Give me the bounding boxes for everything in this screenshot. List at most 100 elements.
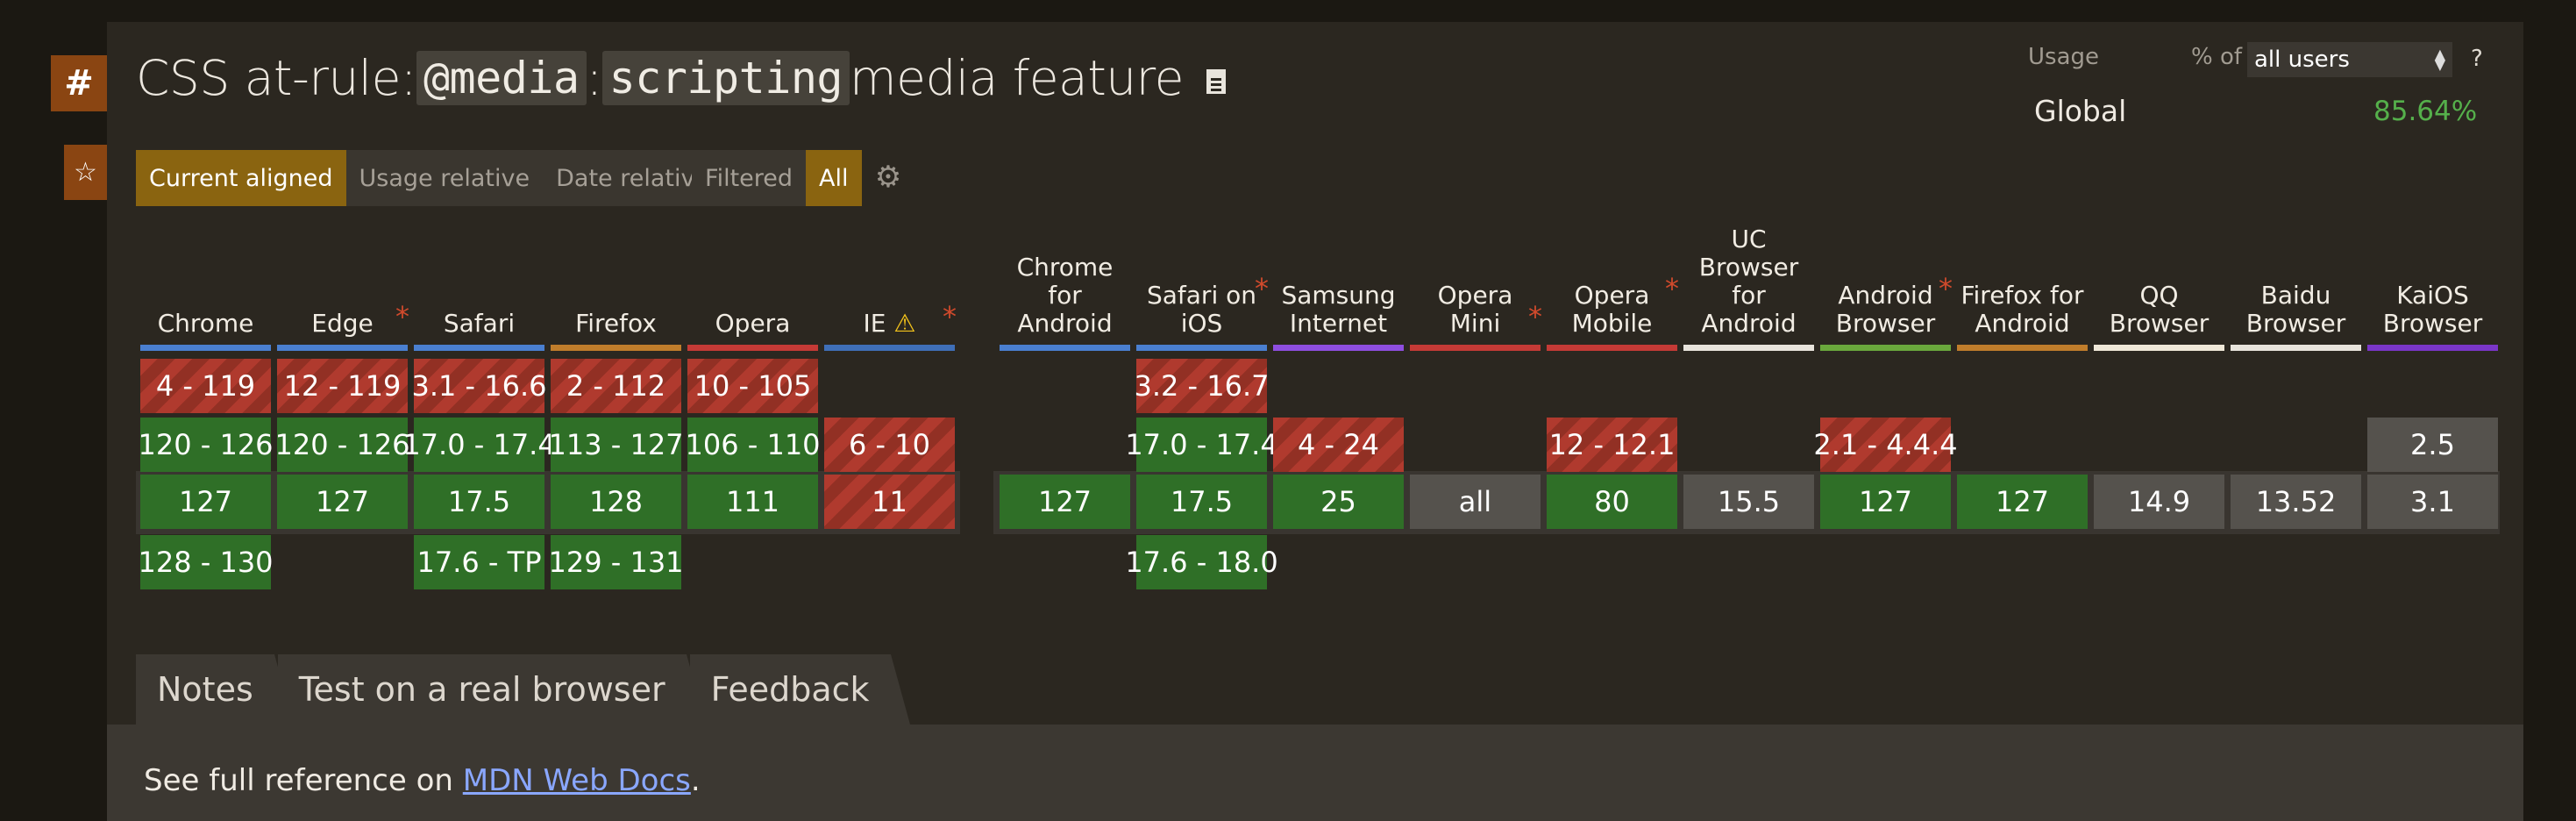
version-cell[interactable]: 120 - 126 bbox=[274, 418, 410, 472]
tab-feedback[interactable]: Feedback bbox=[689, 654, 910, 725]
note-asterisk-icon: * bbox=[1939, 272, 1953, 305]
version-cell[interactable]: 80 bbox=[1547, 475, 1677, 529]
title-suffix: media feature bbox=[850, 50, 1184, 106]
version-cell[interactable]: 128 - 130 bbox=[138, 535, 274, 589]
browser-name-line: UC bbox=[1731, 225, 1767, 253]
version-cell[interactable]: 3.2 - 16.7 bbox=[1134, 359, 1270, 413]
version-cell[interactable]: 25 bbox=[1273, 475, 1404, 529]
version-cell[interactable]: 128 bbox=[551, 475, 681, 529]
browser-name-android: Android Browser bbox=[1820, 282, 1951, 338]
bookmark-star-icon[interactable]: ☆ bbox=[64, 145, 107, 200]
version-cell[interactable]: 127 bbox=[277, 475, 408, 529]
version-cell[interactable]: 2.5 bbox=[2367, 418, 2498, 472]
browser-name-safari: Safari bbox=[414, 310, 544, 338]
browser-header-safari-ios: Safari on iOS * bbox=[1136, 219, 1269, 338]
browser-name-line: Firefox bbox=[575, 309, 657, 338]
version-cell[interactable]: 127 bbox=[140, 475, 271, 529]
browser-name-ie: IE ⚠ bbox=[824, 310, 955, 338]
browser-name-firefox-android: Firefox for Android bbox=[1957, 282, 2088, 338]
version-cell[interactable]: 4 - 119 bbox=[140, 359, 271, 413]
usage-relative-button[interactable]: Usage relative bbox=[346, 150, 544, 206]
version-cell[interactable]: 11 bbox=[824, 475, 955, 529]
version-cell[interactable]: 3.1 bbox=[2367, 475, 2498, 529]
star-symbol: ☆ bbox=[74, 157, 97, 188]
version-cell[interactable]: 2 - 112 bbox=[551, 359, 681, 413]
version-cell[interactable]: 113 - 127 bbox=[548, 418, 684, 472]
version-cell[interactable]: 111 bbox=[687, 475, 818, 529]
browser-header-opera: Opera bbox=[687, 219, 818, 338]
version-cell[interactable]: 12 - 12.1 bbox=[1547, 418, 1677, 472]
browser-name-line: Chrome bbox=[157, 309, 254, 338]
title-separator: : bbox=[586, 50, 603, 106]
usage-scope-value: all users bbox=[2254, 46, 2350, 73]
tab-notes[interactable]: Notes bbox=[136, 654, 294, 725]
browser-name-line: Browser bbox=[2245, 309, 2346, 338]
browser-header-samsung: Samsung Internet bbox=[1273, 219, 1404, 338]
browser-name-line: for bbox=[1732, 281, 1766, 310]
browser-name-chrome-android: Chrome for Android bbox=[1000, 253, 1130, 338]
select-arrows-icon: ▲ ▼ bbox=[2434, 46, 2445, 73]
title-prefix: CSS at-rule: bbox=[136, 50, 416, 106]
browser-name-line: Android bbox=[1017, 309, 1113, 338]
version-cell[interactable]: 14.9 bbox=[2094, 475, 2224, 529]
title-code-media: @media bbox=[416, 51, 587, 105]
version-cell[interactable]: 17.5 bbox=[1136, 475, 1267, 529]
usage-scope-select[interactable]: all users ▲ ▼ bbox=[2247, 42, 2452, 77]
version-cell[interactable]: 17.6 - TP bbox=[414, 535, 544, 589]
version-cell[interactable]: 17.0 - 17.4 bbox=[402, 418, 556, 472]
view-mode-toggle: Current aligned Usage relative Date rela… bbox=[136, 150, 723, 206]
version-cell[interactable]: 17.5 bbox=[414, 475, 544, 529]
version-cell[interactable]: 120 - 126 bbox=[138, 418, 274, 472]
filtered-button[interactable]: Filtered bbox=[692, 150, 806, 206]
mdn-link[interactable]: MDN Web Docs bbox=[463, 763, 691, 798]
browser-name-line: Internet bbox=[1289, 309, 1388, 338]
version-cell[interactable]: 10 - 105 bbox=[687, 359, 818, 413]
all-button[interactable]: All bbox=[806, 150, 862, 206]
version-cell[interactable]: 12 - 119 bbox=[277, 359, 408, 413]
browser-color-bar bbox=[414, 345, 544, 351]
version-cell[interactable]: 127 bbox=[1957, 475, 2088, 529]
browser-color-bar bbox=[824, 345, 955, 351]
browser-header-ie: IE ⚠ * bbox=[824, 219, 957, 338]
browser-header-firefox-android: Firefox for Android bbox=[1957, 219, 2088, 338]
version-cell[interactable]: 13.52 bbox=[2231, 475, 2361, 529]
version-cell[interactable]: 17.6 - 18.0 bbox=[1125, 535, 1278, 589]
current-aligned-button[interactable]: Current aligned bbox=[136, 150, 346, 206]
browser-header-firefox: Firefox bbox=[551, 219, 681, 338]
browser-name-line: iOS bbox=[1180, 309, 1223, 338]
version-cell[interactable]: 129 - 131 bbox=[548, 535, 684, 589]
browser-color-bar bbox=[1410, 345, 1541, 351]
browser-name-chrome: Chrome bbox=[140, 310, 271, 338]
browser-name-line: Android bbox=[1838, 281, 1933, 310]
note-asterisk-icon: * bbox=[943, 300, 957, 333]
browser-name-line: Chrome bbox=[1016, 253, 1114, 282]
version-cell[interactable]: 106 - 110 bbox=[685, 418, 821, 472]
browser-name-line: QQ bbox=[2139, 281, 2179, 310]
browser-name-line: Android bbox=[1975, 309, 2070, 338]
browser-name-line: IE ⚠ bbox=[863, 309, 916, 338]
version-cell[interactable]: all bbox=[1410, 475, 1541, 529]
browser-header-baidu: Baidu Browser bbox=[2231, 219, 2361, 338]
browser-color-bar bbox=[551, 345, 681, 351]
version-cell[interactable]: 2.1 - 4.4.4 bbox=[1813, 418, 1958, 472]
browser-color-bar bbox=[140, 345, 271, 351]
browser-header-chrome-android: Chrome for Android bbox=[1000, 219, 1130, 338]
global-usage-label: Global bbox=[2034, 94, 2127, 128]
help-icon[interactable]: ? bbox=[2471, 46, 2483, 72]
browser-name-line: Browser bbox=[2109, 309, 2210, 338]
notes-text: See full reference on MDN Web Docs. bbox=[144, 763, 701, 798]
gear-icon[interactable]: ⚙ bbox=[871, 160, 906, 195]
version-cell[interactable]: 3.1 - 16.6 bbox=[411, 359, 547, 413]
version-cell[interactable]: 127 bbox=[1820, 475, 1951, 529]
browser-name-samsung: Samsung Internet bbox=[1273, 282, 1404, 338]
version-cell[interactable]: 6 - 10 bbox=[824, 418, 955, 472]
note-asterisk-icon: * bbox=[1255, 272, 1269, 305]
tab-test-real-browser[interactable]: Test on a real browser bbox=[277, 654, 706, 725]
anchor-link-icon[interactable]: # bbox=[51, 55, 107, 111]
version-cell[interactable]: 17.0 - 17.4 bbox=[1125, 418, 1278, 472]
browser-color-bar bbox=[2367, 345, 2498, 351]
document-icon[interactable] bbox=[1206, 69, 1226, 94]
version-cell[interactable]: 127 bbox=[1000, 475, 1130, 529]
version-cell[interactable]: 15.5 bbox=[1683, 475, 1814, 529]
version-cell[interactable]: 4 - 24 bbox=[1273, 418, 1404, 472]
